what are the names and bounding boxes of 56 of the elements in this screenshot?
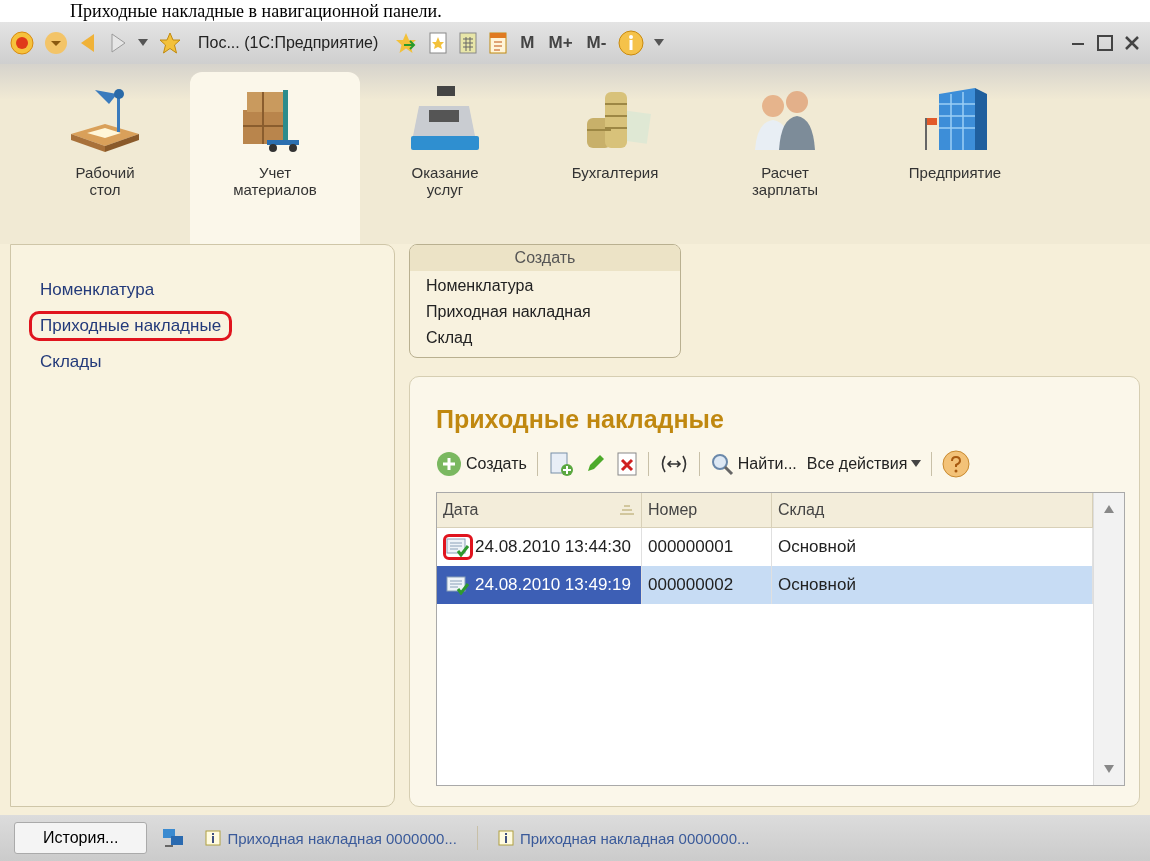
caret-icon[interactable] bbox=[138, 39, 148, 47]
history-button[interactable]: История... bbox=[14, 822, 148, 854]
document-caption: Приходные накладные в навигационной панели. bbox=[69, 0, 443, 22]
scrollbar[interactable] bbox=[1093, 493, 1124, 785]
delete-document-icon[interactable] bbox=[615, 451, 638, 477]
section-tab[interactable]: Расчет зарплаты bbox=[700, 72, 870, 244]
info-icon[interactable] bbox=[618, 30, 645, 56]
create-panel-header: Создать bbox=[410, 245, 680, 271]
plus-icon bbox=[436, 451, 462, 477]
memory-button[interactable]: M- bbox=[584, 33, 609, 53]
notification-link[interactable]: Приходная накладная 0000000... bbox=[491, 828, 756, 848]
section-tab[interactable]: Бухгалтерия bbox=[530, 72, 700, 244]
maximize-icon[interactable] bbox=[1096, 34, 1114, 52]
navigation-link[interactable]: Приходные накладные bbox=[29, 311, 233, 341]
section-tab[interactable]: Учет материалов bbox=[190, 72, 360, 244]
section-tab[interactable]: Предприятие bbox=[870, 72, 1040, 244]
notification-link[interactable]: Приходная накладная 0000000... bbox=[199, 828, 463, 848]
network-computers-icon[interactable] bbox=[161, 827, 186, 849]
navigation-link[interactable]: Склады bbox=[29, 347, 113, 377]
table-cell: 24.08.2010 13:49:19 bbox=[475, 575, 631, 595]
copy-document-icon[interactable] bbox=[547, 451, 574, 477]
help-icon[interactable] bbox=[942, 450, 971, 478]
menu-dropdown-icon[interactable] bbox=[44, 31, 68, 55]
app-logo-icon[interactable] bbox=[10, 31, 34, 55]
scroll-down-icon[interactable] bbox=[1103, 763, 1115, 775]
create-button[interactable]: Создать bbox=[436, 451, 527, 477]
form-title: Приходные накладные bbox=[436, 405, 725, 434]
find-button[interactable]: Найти... bbox=[709, 452, 797, 476]
close-icon[interactable] bbox=[1124, 35, 1140, 51]
memory-button[interactable]: M bbox=[518, 33, 537, 53]
column-header[interactable]: Дата bbox=[437, 493, 642, 527]
posted-document-icon bbox=[446, 537, 470, 557]
search-icon bbox=[709, 452, 734, 476]
section-tab[interactable]: Рабочий стол bbox=[20, 72, 190, 244]
create-link[interactable]: Приходная накладная bbox=[410, 299, 607, 325]
star-icon[interactable] bbox=[158, 31, 182, 55]
scroll-up-icon[interactable] bbox=[1103, 503, 1115, 515]
table-cell: 000000002 bbox=[642, 566, 772, 604]
caret-icon bbox=[911, 460, 922, 468]
table-row[interactable]: 24.08.2010 13:49:19 000000002 Основной bbox=[437, 566, 1093, 604]
all-actions-menu[interactable]: Все действия bbox=[806, 455, 922, 473]
window-title: Пос... (1С:Предприятие) bbox=[198, 34, 379, 52]
memory-button[interactable]: M+ bbox=[546, 33, 575, 53]
forward-arrow-icon[interactable] bbox=[108, 32, 128, 54]
caret-icon[interactable] bbox=[654, 39, 665, 47]
navigation-link[interactable]: Номенклатура bbox=[29, 275, 166, 305]
posted-document-icon bbox=[446, 575, 470, 595]
info-icon bbox=[205, 830, 222, 846]
column-header[interactable]: Номер bbox=[642, 493, 772, 527]
section-tab[interactable]: Оказание услуг bbox=[360, 72, 530, 244]
calendar-icon[interactable] bbox=[488, 32, 509, 54]
info-icon bbox=[497, 830, 514, 846]
table-cell: 24.08.2010 13:44:30 bbox=[475, 537, 631, 557]
create-link[interactable]: Склад bbox=[410, 325, 489, 351]
calculator-icon[interactable] bbox=[458, 32, 479, 54]
create-link[interactable]: Номенклатура bbox=[410, 273, 550, 299]
